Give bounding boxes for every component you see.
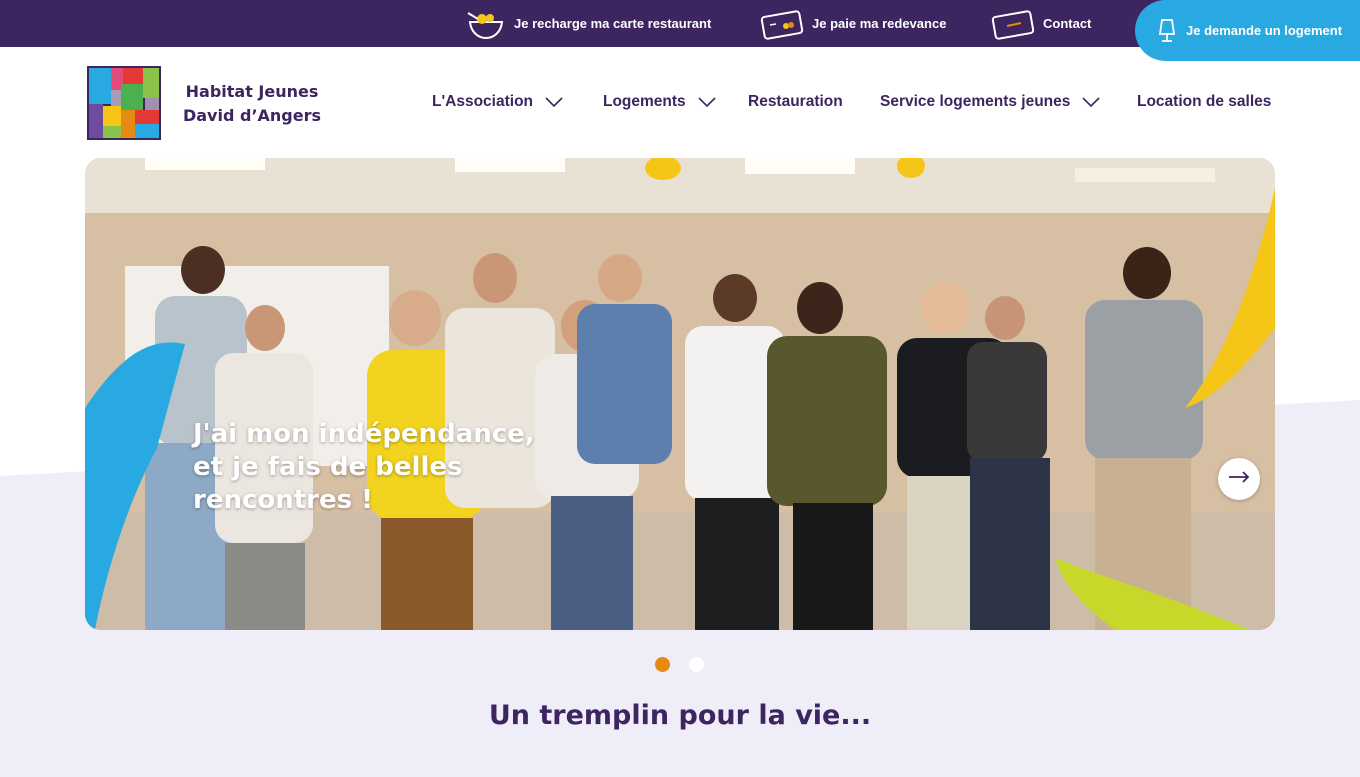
nav-logements[interactable]: Logements	[603, 88, 717, 116]
nav-location-salles-label: Location de salles	[1137, 93, 1272, 110]
chevron-down-icon	[1081, 96, 1101, 108]
nav-association-label: L'Association	[432, 93, 534, 110]
chevron-down-icon	[544, 96, 564, 108]
nav-logements-label: Logements	[603, 93, 686, 110]
nav-restauration-label: Restauration	[748, 93, 843, 110]
recharge-card-label: Je recharge ma carte restaurant	[514, 16, 712, 31]
arrow-right-icon	[1228, 470, 1250, 488]
site-logo[interactable]	[87, 66, 161, 140]
contact-link[interactable]: Contact	[991, 0, 1091, 47]
nav-association[interactable]: L'Association	[432, 88, 564, 116]
nav-restauration[interactable]: Restauration	[748, 88, 843, 116]
hero-caption-line1: J'ai mon indépendance,	[193, 419, 535, 449]
site-name[interactable]: Habitat Jeunes David d’Angers	[172, 80, 332, 128]
hero-caption-line3: rencontres !	[193, 485, 374, 515]
hero-photo	[85, 158, 1275, 630]
chevron-down-icon	[697, 96, 717, 108]
site-name-line1: Habitat Jeunes	[185, 82, 319, 101]
pay-fee-link[interactable]: Je paie ma redevance	[760, 0, 946, 47]
site-name-line2: David d’Angers	[182, 106, 322, 125]
contact-label: Contact	[1043, 16, 1092, 31]
slider-dots	[655, 657, 704, 672]
nav-service-logements[interactable]: Service logements jeunes	[880, 88, 1101, 116]
hero-caption: J'ai mon indépendance, et je fais de bel…	[193, 418, 573, 517]
nav-location-salles[interactable]: Location de salles	[1137, 88, 1271, 116]
card-icon	[760, 7, 804, 41]
lamp-icon	[1157, 18, 1177, 44]
slider-dot-2[interactable]	[689, 657, 704, 672]
request-housing-label: Je demande un logement	[1186, 23, 1343, 38]
recharge-card-link[interactable]: Je recharge ma carte restaurant	[466, 0, 711, 47]
hero-slider: J'ai mon indépendance, et je fais de bel…	[85, 158, 1275, 630]
section-heading: Un tremplin pour la vie...	[488, 700, 872, 731]
nav-service-logements-label: Service logements jeunes	[880, 93, 1071, 110]
pay-fee-label: Je paie ma redevance	[812, 16, 947, 31]
slider-next-button[interactable]	[1218, 458, 1260, 500]
slider-dot-1[interactable]	[655, 657, 670, 672]
bowl-icon	[466, 7, 506, 41]
envelope-icon	[991, 7, 1035, 41]
request-housing-button[interactable]: Je demande un logement	[1135, 0, 1360, 61]
hero-caption-line2: et je fais de belles	[193, 452, 463, 482]
